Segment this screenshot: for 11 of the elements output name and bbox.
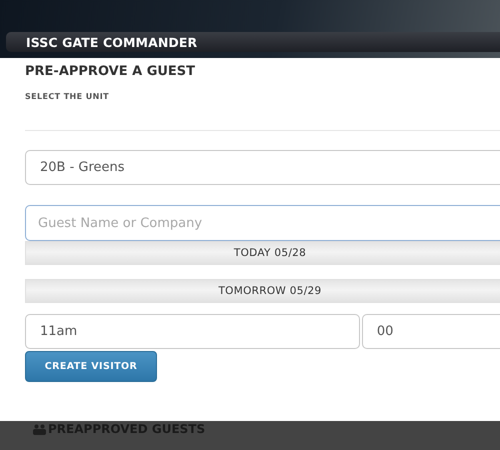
guest-name-field[interactable]: Guest Name or Company	[25, 205, 500, 241]
date-option[interactable]: TODAY 05/28	[25, 241, 500, 265]
create-visitor-button[interactable]: CREATE VISITOR	[25, 351, 157, 382]
hour-field[interactable]: 11am	[25, 314, 360, 349]
people-icon	[33, 424, 46, 435]
date-option[interactable]: TOMORROW 05/29	[25, 279, 500, 303]
app-title: ISSC GATE COMMANDER	[26, 34, 198, 50]
unit-label: SELECT THE UNIT	[25, 92, 110, 101]
form-title: PRE-APPROVE A GUEST	[25, 64, 196, 79]
minute-field[interactable]: 00	[362, 314, 500, 349]
unit-select[interactable]: 20B - Greens	[25, 150, 500, 185]
